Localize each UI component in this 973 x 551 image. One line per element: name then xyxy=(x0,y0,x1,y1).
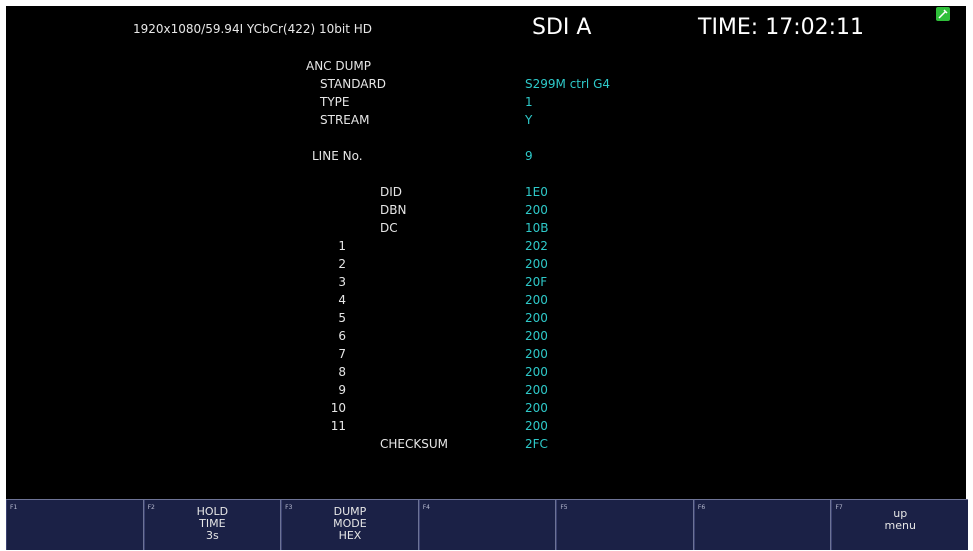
header-word-value: 200 xyxy=(525,203,548,217)
up-menu-button[interactable]: F7 up menu xyxy=(831,500,968,550)
checksum-value: 2FC xyxy=(525,437,548,451)
function-key-number: F5 xyxy=(560,504,568,511)
anc-title: ANC DUMP xyxy=(306,59,371,73)
data-word-index: 11 xyxy=(330,419,346,433)
waveform-monitor-screen: 1920x1080/59.94I YCbCr(422) 10bit HD SDI… xyxy=(6,6,966,499)
data-word-index: 7 xyxy=(338,347,346,361)
hold-time-button[interactable]: F2 HOLD TIME 3s xyxy=(143,500,282,550)
field-label: STREAM xyxy=(320,113,370,127)
data-word-value: 200 xyxy=(525,383,548,397)
data-word-value: 200 xyxy=(525,311,548,325)
data-word-index: 8 xyxy=(338,365,346,379)
checksum-label: CHECKSUM xyxy=(380,437,448,451)
data-word-value: 20F xyxy=(525,275,548,289)
data-word-value: 200 xyxy=(525,401,548,415)
data-word-index: 10 xyxy=(330,401,346,415)
function-key-f6[interactable]: F6 xyxy=(693,500,832,550)
field-value: Y xyxy=(525,113,533,127)
data-word-value: 200 xyxy=(525,257,548,271)
header-word-value: 10B xyxy=(525,221,549,235)
data-word-index: 4 xyxy=(338,293,346,307)
function-key-number: F1 xyxy=(10,504,18,511)
field-value: S299M ctrl G4 xyxy=(525,77,611,91)
data-word-value: 200 xyxy=(525,347,548,361)
function-key-number: F4 xyxy=(422,504,431,511)
data-word-value: 200 xyxy=(525,365,548,379)
function-key-bar: F1 F2 HOLD TIME 3s F3 DUMP MODE HEX F4 F… xyxy=(6,499,968,550)
dump-mode-button[interactable]: F3 DUMP MODE HEX xyxy=(281,500,419,550)
line-number-label: LINE No. xyxy=(312,149,363,163)
function-key-label: menu xyxy=(884,519,916,532)
function-key-f5[interactable]: F5 xyxy=(556,500,694,550)
function-key-value: 3s xyxy=(206,529,219,542)
clock: TIME: 17:02:11 xyxy=(698,15,865,40)
line-number-value: 9 xyxy=(525,149,533,163)
signal-format: 1920x1080/59.94I YCbCr(422) 10bit HD xyxy=(133,22,372,36)
data-word-index: 6 xyxy=(338,329,346,343)
function-key-number: F6 xyxy=(697,504,706,511)
header-word-value: 1E0 xyxy=(525,185,548,199)
function-key-f4[interactable]: F4 xyxy=(418,500,557,550)
data-word-value: 200 xyxy=(525,329,548,343)
header-word-label: DID xyxy=(380,185,403,199)
function-key-f1[interactable]: F1 xyxy=(6,500,144,550)
header-word-label: DC xyxy=(380,221,398,235)
field-value: 1 xyxy=(525,95,533,109)
data-word-index: 3 xyxy=(338,275,346,289)
function-key-value: HEX xyxy=(338,529,362,542)
header-word-label: DBN xyxy=(380,203,407,217)
field-label: STANDARD xyxy=(320,77,387,91)
data-word-value: 200 xyxy=(525,419,548,433)
usb-memory-icon xyxy=(936,7,950,21)
data-word-index: 2 xyxy=(338,257,346,271)
data-word-value: 202 xyxy=(525,239,548,253)
data-word-value: 200 xyxy=(525,293,548,307)
data-word-index: 9 xyxy=(338,383,346,397)
field-label: TYPE xyxy=(320,95,350,109)
input-name: SDI A xyxy=(532,15,592,40)
data-word-index: 5 xyxy=(338,311,346,325)
data-word-index: 1 xyxy=(338,239,346,253)
